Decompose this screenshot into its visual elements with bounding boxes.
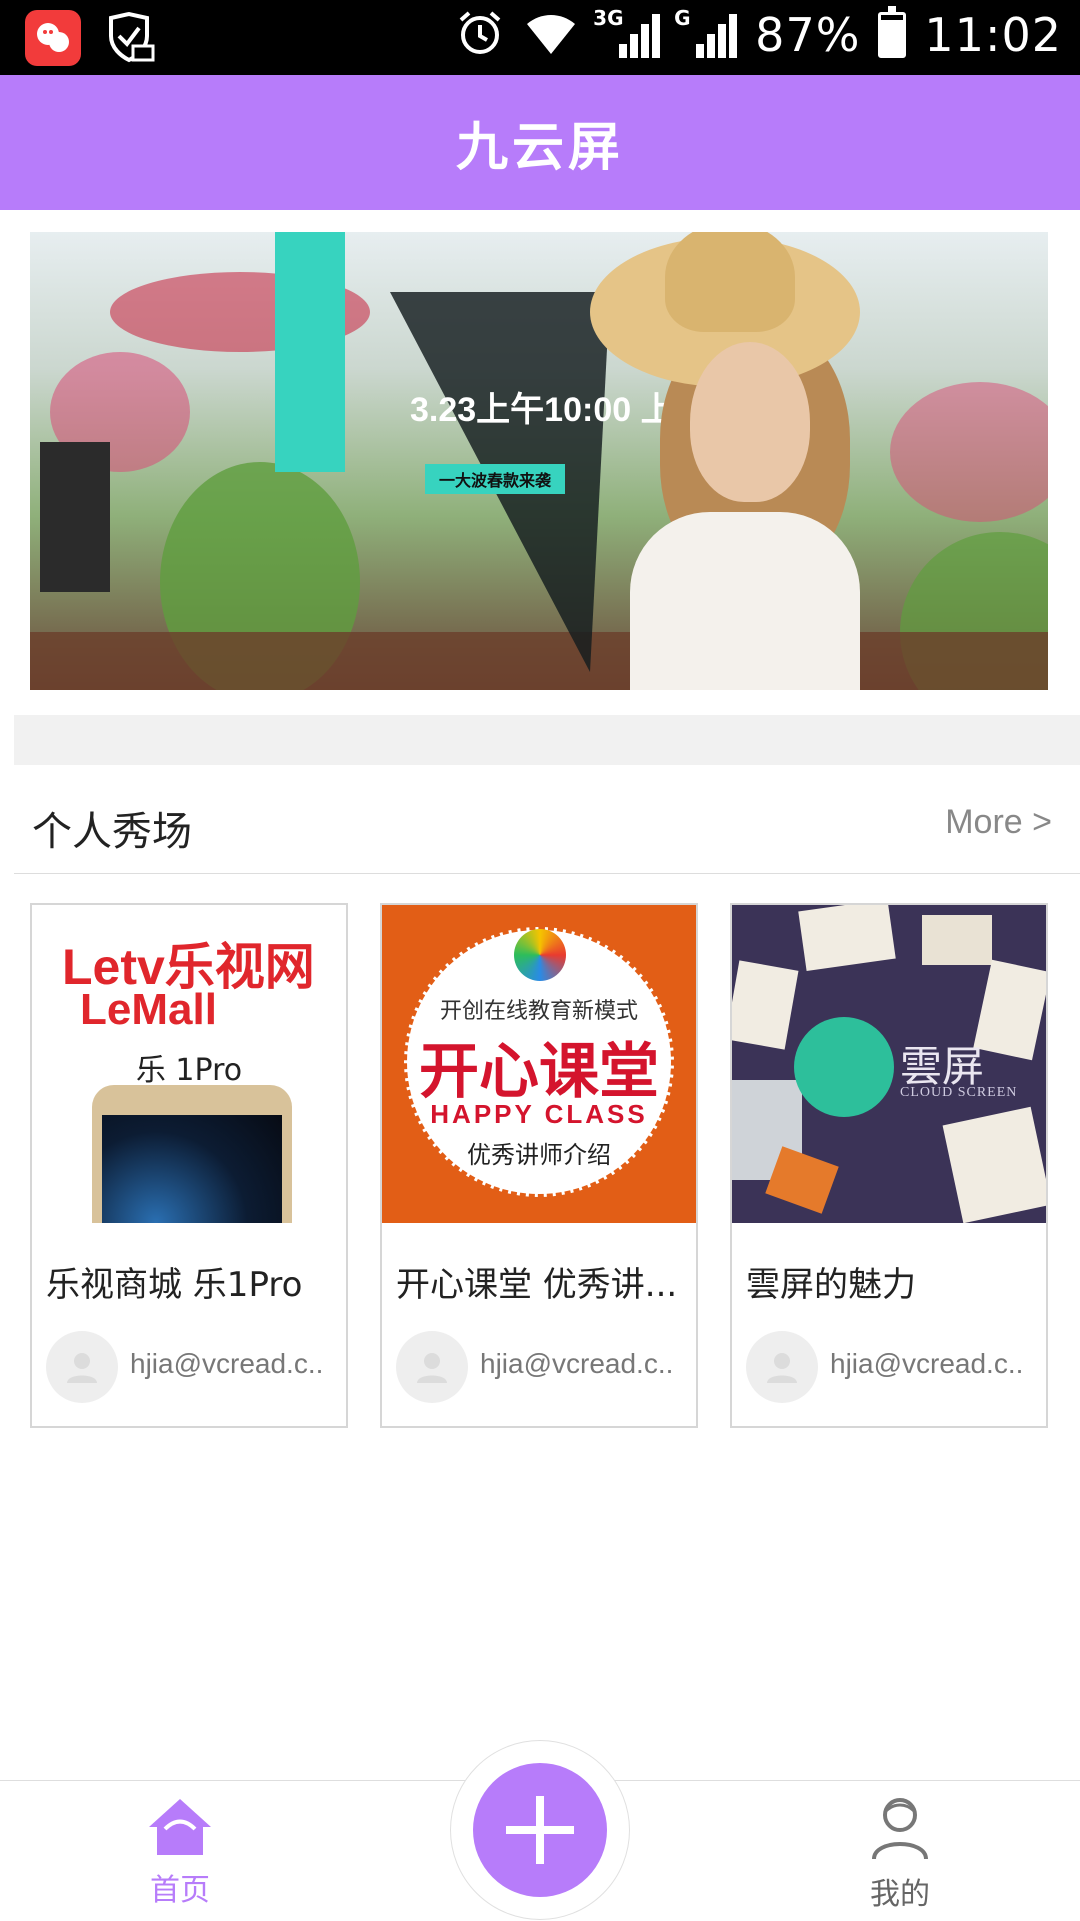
card-thumbnail: 开创在线教育新模式 开心课堂 HAPPY CLASS 优秀讲师介绍 [382,905,696,1223]
show-card[interactable]: Letv乐视网 LeMall 乐 1Pro 乐视商城 乐1Pro hjia@vc… [30,903,348,1428]
wifi-icon [523,10,579,60]
card-title: 乐视商城 乐1Pro [46,1265,303,1305]
section-divider [14,715,1080,765]
banner-container: 3.23上午10:00 上新 一大波春款来袭 [14,210,1080,715]
user-icon [67,1353,97,1383]
nav-home[interactable]: 首页 [80,1795,280,1909]
card-list: Letv乐视网 LeMall 乐 1Pro 乐视商城 乐1Pro hjia@vc… [30,903,1050,1428]
home-icon [149,1799,211,1855]
thumb-brand-2: LeMall [80,985,217,1034]
clock: 11:02 [924,8,1062,62]
more-link[interactable]: More > [945,803,1052,842]
nav-home-label: 首页 [150,1873,210,1908]
app-notification-icon [25,10,81,66]
add-button[interactable] [473,1763,607,1897]
mail-shield-icon [103,10,157,70]
user-icon [767,1353,797,1383]
thumb-line-1: 开创在线教育新模式 [439,999,638,1024]
user-icon [417,1353,447,1383]
thumb-line-3: HAPPY CLASS [430,1099,648,1129]
status-bar: 3G G 87% 11:02 [0,0,1080,75]
section-title: 个人秀场 [32,809,192,855]
section-header: 个人秀场 More > [14,765,1080,874]
show-card[interactable]: 开创在线教育新模式 开心课堂 HAPPY CLASS 优秀讲师介绍 开心课堂 优… [380,903,698,1428]
plus-icon [506,1796,574,1864]
battery-percent: 87% [755,8,861,62]
card-author: hjia@vcread.c.. [830,1348,1024,1379]
nav-mine[interactable]: 我的 [800,1795,1000,1913]
thumb-line-2: 开心课堂 [419,1037,659,1107]
banner-tag-panel [275,232,345,472]
app-header: 九云屏 [0,75,1080,210]
signal-icon-2: G [674,6,738,58]
thumb-sub: CLOUD SCREEN [900,1085,1018,1100]
banner-tag: 一大波春款来袭 [425,464,565,494]
network-type-a: 3G [593,6,624,30]
thumb-model: 乐 1Pro [135,1053,243,1088]
cloud-logo-icon [794,1017,894,1117]
show-card[interactable]: 雲屏 CLOUD SCREEN 雲屏的魅力 hjia@vcread.c.. [730,903,1048,1428]
network-type-b: G [674,6,691,30]
smiley-logo-icon [514,929,566,981]
nav-mine-label: 我的 [870,1877,930,1912]
signal-icon: 3G [593,6,661,58]
alarm-icon [455,8,505,62]
thumb-line-4: 优秀讲师介绍 [467,1141,611,1169]
avatar [746,1331,818,1403]
promo-banner[interactable]: 3.23上午10:00 上新 一大波春款来袭 [30,232,1048,690]
battery-icon [878,6,907,58]
card-thumbnail: 雲屏 CLOUD SCREEN [732,905,1046,1223]
avatar [396,1331,468,1403]
card-title: 雲屏的魅力 [746,1265,916,1305]
profile-icon [872,1798,928,1860]
card-thumbnail: Letv乐视网 LeMall 乐 1Pro [32,905,346,1223]
card-author: hjia@vcread.c.. [130,1348,324,1379]
page-title: 九云屏 [455,118,624,178]
model-photo [690,342,810,502]
card-title: 开心课堂 优秀讲... [396,1265,678,1305]
card-author: hjia@vcread.c.. [480,1348,674,1379]
avatar [46,1331,118,1403]
